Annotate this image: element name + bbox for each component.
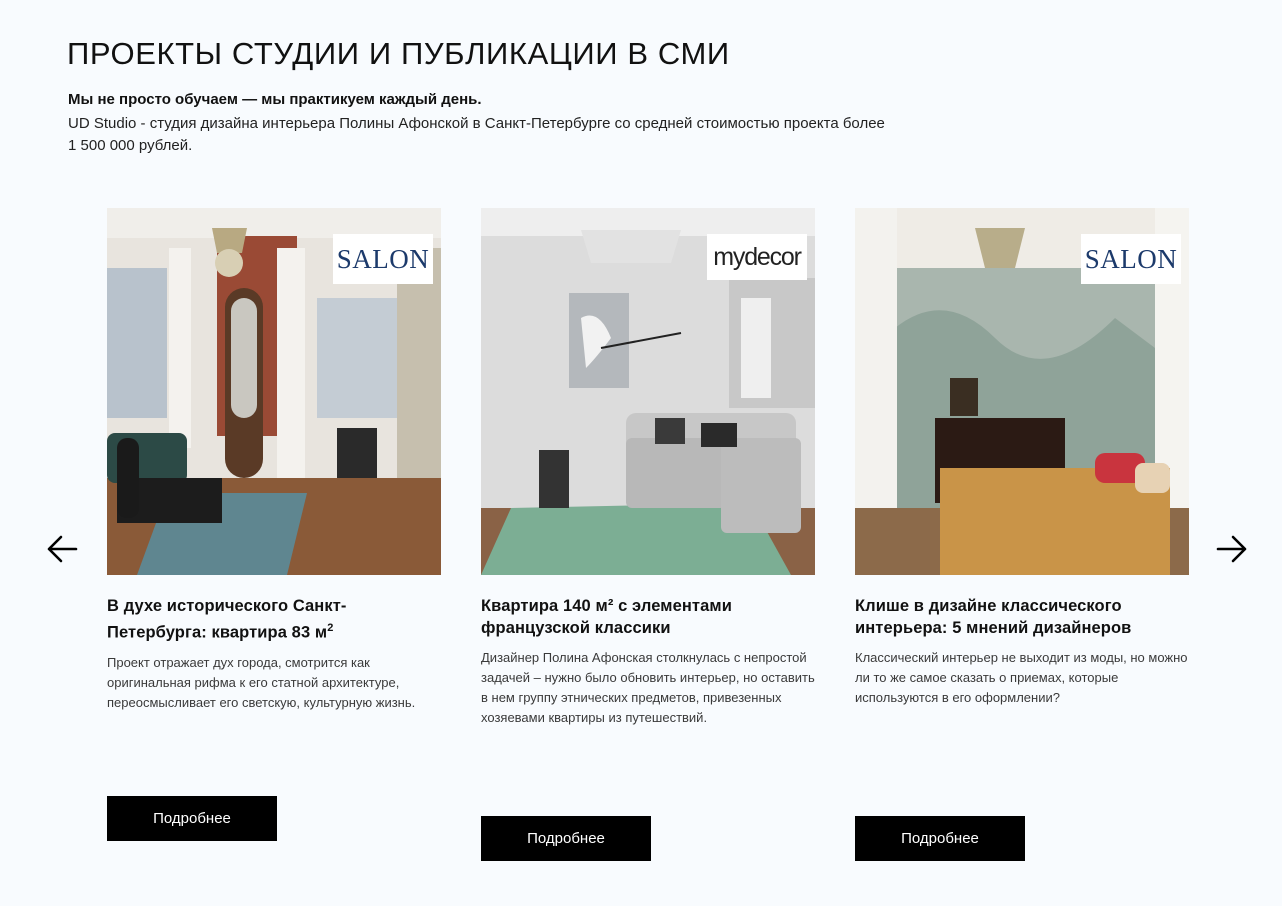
carousel-next-button[interactable]	[1214, 531, 1250, 567]
project-card: SALON В духе исторического Санкт-Петербу…	[107, 208, 441, 713]
project-card: SALON Клише в дизайне классического инте…	[855, 208, 1189, 708]
publication-logo: SALON	[1081, 234, 1181, 284]
details-button[interactable]: Подробнее	[107, 796, 277, 841]
card-title[interactable]: В духе исторического Санкт-Петербурга: к…	[107, 595, 441, 644]
project-photo-bedroom[interactable]: SALON	[855, 208, 1189, 575]
project-photo-apartment[interactable]: mydecor	[481, 208, 815, 575]
project-photo-living-room[interactable]: SALON	[107, 208, 441, 575]
publication-logo: SALON	[333, 234, 433, 284]
card-description: Дизайнер Полина Афонская столкнулась с н…	[481, 650, 815, 725]
lead-headline: Мы не просто обучаем — мы практикуем каж…	[68, 91, 482, 108]
card-title[interactable]: Клише в дизайне классического интерьера:…	[855, 595, 1189, 639]
card-description: Проект отражает дух города, смотрится ка…	[107, 654, 416, 710]
section-title: ПРОЕКТЫ СТУДИИ И ПУБЛИКАЦИИ В СМИ	[67, 36, 730, 71]
carousel-prev-button[interactable]	[44, 531, 80, 567]
project-card: mydecor Квартира 140 м² с элементами фра…	[481, 208, 815, 728]
details-button[interactable]: Подробнее	[855, 816, 1025, 861]
arrow-right-icon	[1216, 535, 1247, 563]
arrow-left-icon	[47, 535, 78, 563]
card-title[interactable]: Квартира 140 м² с элементами французской…	[481, 595, 815, 639]
details-button[interactable]: Подробнее	[481, 816, 651, 861]
publication-logo: mydecor	[707, 234, 807, 280]
card-description: Классический интерьер не выходит из моды…	[855, 650, 1188, 705]
lead-description: UD Studio - студия дизайна интерьера Пол…	[68, 115, 885, 154]
